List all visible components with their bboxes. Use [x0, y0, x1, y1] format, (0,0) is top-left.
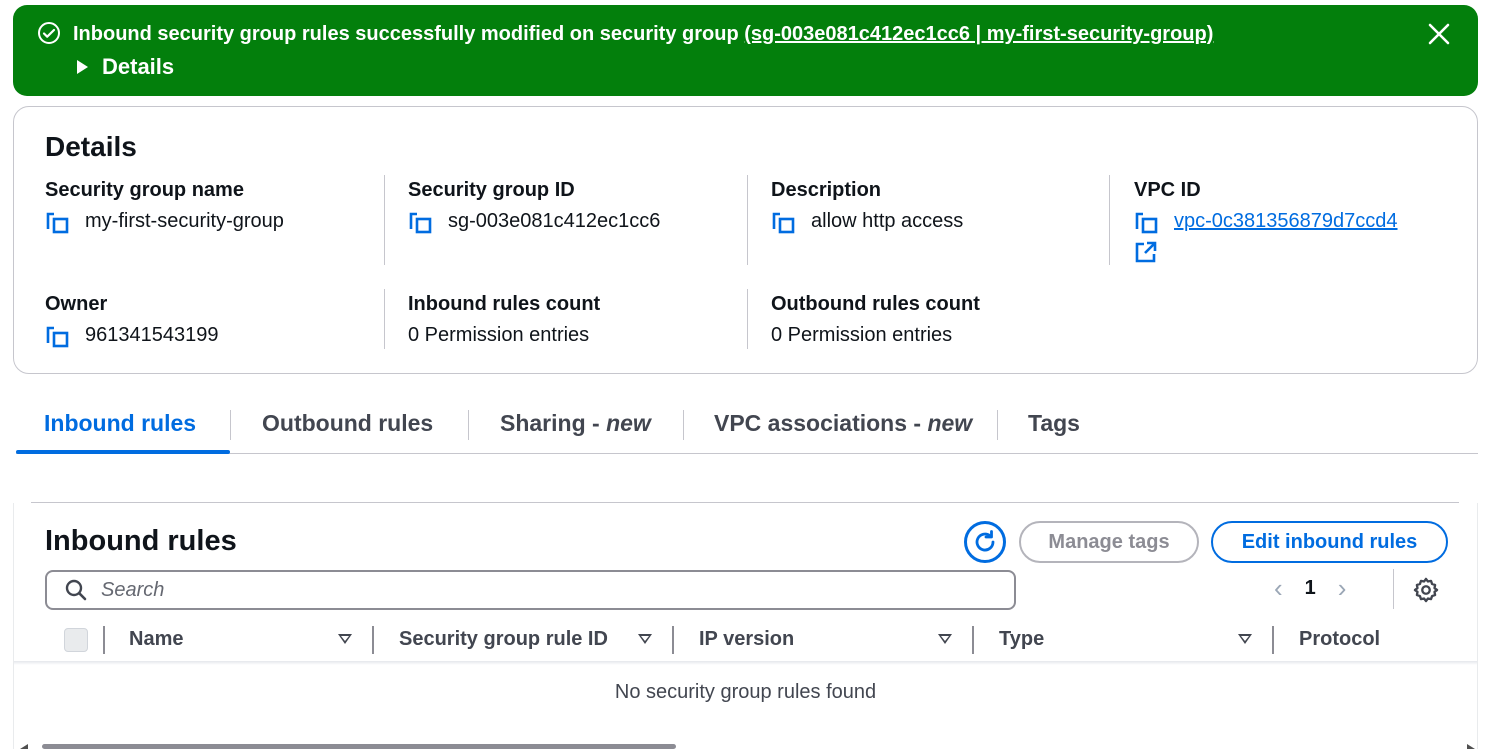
flash-details-toggle[interactable]: Details [77, 54, 174, 80]
close-icon[interactable] [1426, 21, 1452, 47]
success-flash-banner: Inbound security group rules successfull… [13, 5, 1478, 96]
header-shadow [14, 661, 1477, 665]
description-field: Description allow http access [771, 179, 963, 236]
column-header-type[interactable]: Type [999, 628, 1044, 651]
copy-icon[interactable] [1134, 210, 1160, 236]
pagination: ‹ 1 › [1274, 573, 1346, 604]
inbound-count-label: Inbound rules count [408, 293, 601, 315]
details-heading: Details [45, 131, 137, 162]
vpc-id-field: VPC ID vpc-0c381356879d7ccd4 [1134, 179, 1398, 269]
tab-divider [683, 410, 684, 440]
column-divider [672, 626, 674, 654]
divider [747, 175, 748, 265]
outbound-count-label: Outbound rules count [771, 293, 980, 315]
caret-right-icon [77, 60, 88, 74]
divider [1109, 175, 1110, 265]
sg-id-label: Security group ID [408, 179, 575, 201]
inbound-count-field: Inbound rules count 0 Permission entries [408, 293, 600, 347]
column-header-name[interactable]: Name [129, 628, 183, 651]
inbound-rules-heading: Inbound rules [45, 525, 237, 557]
sg-name-field: Security group name my-first-security-gr… [45, 179, 284, 236]
column-header-protocol[interactable]: Protocol [1299, 628, 1380, 651]
column-divider [972, 626, 974, 654]
sort-caret-icon[interactable] [938, 634, 952, 644]
sg-id-field: Security group ID sg-003e081c412ec1cc6 [408, 179, 660, 236]
edit-inbound-rules-button[interactable]: Edit inbound rules [1211, 521, 1448, 563]
flash-details-label: Details [102, 54, 175, 79]
column-divider [372, 626, 374, 654]
tab-divider [468, 410, 469, 440]
divider [747, 289, 748, 349]
column-divider [103, 626, 105, 654]
owner-field: Owner 961341543199 [45, 293, 218, 350]
flash-message: Inbound security group rules successfull… [73, 23, 1213, 46]
vpc-id-link[interactable]: vpc-0c381356879d7ccd4 [1174, 210, 1398, 233]
tab-outbound-rules[interactable]: Outbound rules [262, 410, 433, 437]
empty-state-message: No security group rules found [614, 681, 877, 703]
outbound-count-field: Outbound rules count 0 Permission entrie… [771, 293, 980, 347]
description-label: Description [771, 179, 882, 201]
search-icon [65, 579, 87, 601]
owner-label: Owner [45, 293, 108, 315]
column-header-ip-version[interactable]: IP version [699, 628, 794, 651]
security-group-link[interactable]: (sg-003e081c412ec1cc6 | my-first-securit… [744, 23, 1213, 45]
copy-icon[interactable] [45, 210, 71, 236]
gear-icon[interactable] [1412, 576, 1440, 604]
search-input[interactable] [101, 578, 901, 602]
copy-icon[interactable] [408, 210, 434, 236]
column-divider [1272, 626, 1274, 654]
tab-tags[interactable]: Tags [1028, 410, 1080, 437]
column-header-rule-id[interactable]: Security group rule ID [399, 628, 608, 651]
inbound-rules-panel: Inbound rules Manage tags Edit inbound r… [13, 503, 1478, 749]
tab-divider [997, 410, 998, 440]
chevron-left-icon[interactable]: ‹ [1274, 573, 1283, 604]
outbound-count-value: 0 Permission entries [771, 324, 953, 346]
copy-icon[interactable] [771, 210, 797, 236]
external-link-icon[interactable] [1134, 240, 1158, 264]
chevron-right-icon[interactable]: › [1338, 573, 1347, 604]
tab-vpc-associations[interactable]: VPC associations - new [714, 410, 972, 437]
table-header: Name Security group rule ID IP version T… [14, 620, 1477, 662]
tab-bar: Inbound rules Outbound rules Sharing - n… [16, 400, 1478, 454]
horizontal-scrollbar[interactable] [20, 744, 1475, 749]
vpc-id-label: VPC ID [1134, 179, 1201, 201]
divider [384, 289, 385, 349]
refresh-icon [975, 530, 995, 552]
sg-id-value: sg-003e081c412ec1cc6 [448, 210, 661, 232]
sort-caret-icon[interactable] [638, 634, 652, 644]
sg-name-value: my-first-security-group [85, 210, 284, 232]
scrollbar-thumb[interactable] [42, 744, 676, 749]
tab-inbound-rules[interactable]: Inbound rules [44, 410, 196, 437]
scroll-right-icon[interactable] [1467, 744, 1475, 749]
sort-caret-icon[interactable] [338, 634, 352, 644]
refresh-button[interactable] [964, 521, 1006, 563]
sort-caret-icon[interactable] [1238, 634, 1252, 644]
page-number[interactable]: 1 [1305, 577, 1316, 600]
check-circle-icon [38, 22, 60, 44]
flash-message-text: Inbound security group rules successfull… [73, 23, 745, 45]
divider [1393, 569, 1394, 609]
inbound-count-value: 0 Permission entries [408, 324, 590, 346]
active-tab-indicator [16, 450, 230, 454]
scroll-left-icon[interactable] [20, 744, 28, 749]
divider [384, 175, 385, 265]
select-all-checkbox[interactable] [64, 628, 88, 652]
manage-tags-button[interactable]: Manage tags [1019, 521, 1199, 563]
description-value: allow http access [811, 210, 964, 232]
tab-sharing[interactable]: Sharing - new [500, 410, 651, 437]
details-container: Details Security group name my-first-sec… [13, 106, 1478, 374]
owner-value: 961341543199 [85, 324, 219, 346]
copy-icon[interactable] [45, 324, 71, 350]
sg-name-label: Security group name [45, 179, 244, 201]
search-field [45, 570, 1016, 610]
tab-divider [230, 410, 231, 440]
